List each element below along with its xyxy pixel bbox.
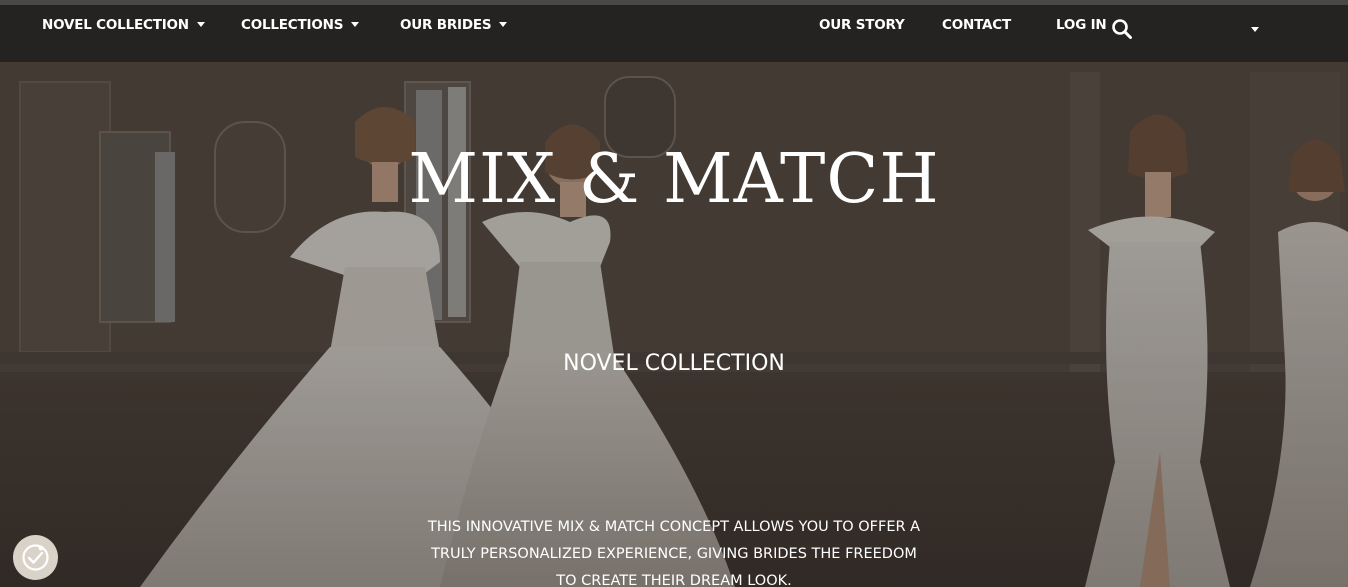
- nav-item-novel-collection[interactable]: NOVEL COLLECTION: [42, 15, 205, 35]
- caret-down-icon: [351, 21, 360, 27]
- nav-item-label: OUR BRIDES: [400, 17, 492, 33]
- nav-item-label: COLLECTIONS: [241, 17, 344, 33]
- hero-section: MIX & MATCH NOVEL COLLECTION THIS INNOVA…: [0, 62, 1348, 587]
- main-navbar: NOVEL COLLECTION COLLECTIONS OUR BRIDES …: [0, 5, 1348, 62]
- cookie-consent-icon: [22, 544, 49, 571]
- page: NOVEL COLLECTION COLLECTIONS OUR BRIDES …: [0, 0, 1348, 587]
- chevron-down-icon[interactable]: [1251, 27, 1259, 32]
- caret-down-icon: [499, 21, 508, 27]
- nav-item-collections[interactable]: COLLECTIONS: [241, 15, 360, 35]
- hero-description: THIS INNOVATIVE MIX & MATCH CONCEPT ALLO…: [427, 519, 921, 587]
- nav-item-contact[interactable]: CONTACT: [942, 15, 1011, 35]
- hero-subtitle: NOVEL COLLECTION: [563, 351, 785, 376]
- caret-down-icon: [196, 21, 205, 27]
- nav-item-label: NOVEL COLLECTION: [42, 17, 189, 33]
- cookie-settings-button[interactable]: [13, 535, 58, 580]
- hero-title: MIX & MATCH: [408, 140, 940, 219]
- search-icon[interactable]: [1111, 18, 1133, 40]
- nav-item-our-brides[interactable]: OUR BRIDES: [400, 15, 508, 35]
- nav-item-our-story[interactable]: OUR STORY: [819, 15, 905, 35]
- nav-item-log-in[interactable]: LOG IN: [1056, 15, 1107, 35]
